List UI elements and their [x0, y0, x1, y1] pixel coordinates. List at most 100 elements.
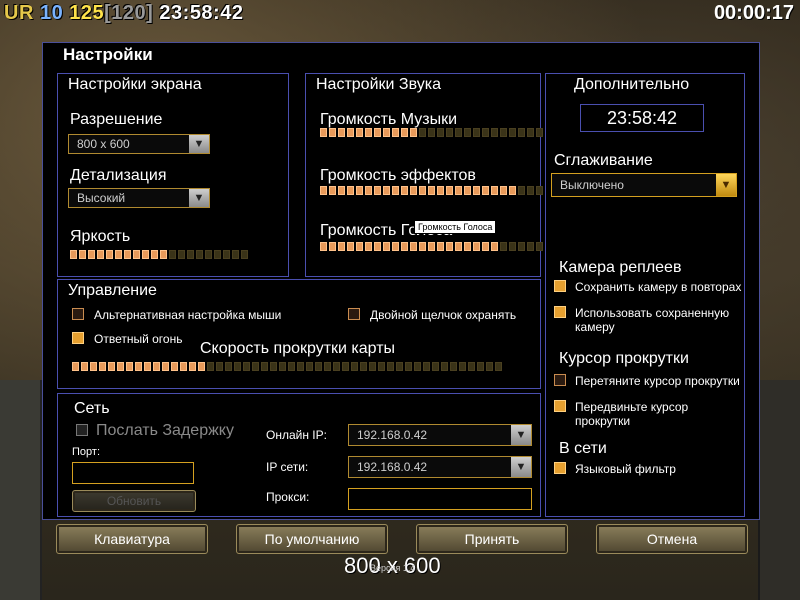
slider-segment[interactable] [401, 186, 408, 195]
slider-segment[interactable] [464, 242, 471, 251]
slider-segment[interactable] [437, 128, 444, 137]
slider-segment[interactable] [383, 186, 390, 195]
slider-segment[interactable] [437, 242, 444, 251]
save-camera-checkbox[interactable] [554, 280, 566, 292]
slider-segment[interactable] [72, 362, 79, 371]
slider-segment[interactable] [171, 362, 178, 371]
move-cursor-checkbox[interactable] [554, 400, 566, 412]
slider-segment[interactable] [374, 242, 381, 251]
effects-volume-slider[interactable] [320, 186, 552, 195]
slider-segment[interactable] [333, 362, 340, 371]
slider-segment[interactable] [160, 250, 167, 259]
slider-segment[interactable] [509, 128, 516, 137]
slider-segment[interactable] [338, 128, 345, 137]
slider-segment[interactable] [288, 362, 295, 371]
slider-segment[interactable] [536, 186, 543, 195]
slider-segment[interactable] [198, 362, 205, 371]
slider-segment[interactable] [169, 250, 176, 259]
slider-segment[interactable] [342, 362, 349, 371]
slider-segment[interactable] [410, 242, 417, 251]
slider-segment[interactable] [518, 186, 525, 195]
slider-segment[interactable] [446, 186, 453, 195]
slider-segment[interactable] [133, 250, 140, 259]
slider-segment[interactable] [135, 362, 142, 371]
slider-segment[interactable] [124, 250, 131, 259]
chevron-down-icon[interactable]: ▼ [189, 189, 209, 207]
slider-segment[interactable] [419, 128, 426, 137]
voice-volume-slider[interactable] [320, 242, 552, 251]
slider-segment[interactable] [351, 362, 358, 371]
port-input[interactable] [72, 462, 194, 484]
slider-segment[interactable] [464, 128, 471, 137]
slider-segment[interactable] [428, 128, 435, 137]
slider-segment[interactable] [405, 362, 412, 371]
slider-segment[interactable] [392, 128, 399, 137]
slider-segment[interactable] [347, 186, 354, 195]
brightness-slider[interactable] [70, 250, 248, 259]
chevron-down-icon[interactable]: ▼ [511, 457, 531, 477]
slider-segment[interactable] [241, 250, 248, 259]
chevron-down-icon[interactable]: ▼ [189, 135, 209, 153]
slider-segment[interactable] [446, 242, 453, 251]
slider-segment[interactable] [396, 362, 403, 371]
slider-segment[interactable] [450, 362, 457, 371]
slider-segment[interactable] [509, 186, 516, 195]
slider-segment[interactable] [527, 128, 534, 137]
slider-segment[interactable] [207, 362, 214, 371]
slider-segment[interactable] [500, 242, 507, 251]
slider-segment[interactable] [261, 362, 268, 371]
slider-segment[interactable] [315, 362, 322, 371]
slider-segment[interactable] [126, 362, 133, 371]
slider-segment[interactable] [482, 128, 489, 137]
resolution-dropdown[interactable]: 800 x 600 ▼ [68, 134, 210, 154]
slider-segment[interactable] [79, 250, 86, 259]
double-click-checkbox[interactable] [348, 308, 360, 320]
slider-segment[interactable] [117, 362, 124, 371]
slider-segment[interactable] [324, 362, 331, 371]
slider-segment[interactable] [477, 362, 484, 371]
slider-segment[interactable] [142, 250, 149, 259]
slider-segment[interactable] [423, 362, 430, 371]
slider-segment[interactable] [518, 128, 525, 137]
use-saved-camera-checkbox[interactable] [554, 306, 566, 318]
defaults-button[interactable]: По умолчанию [236, 524, 388, 554]
slider-segment[interactable] [70, 250, 77, 259]
slider-segment[interactable] [428, 242, 435, 251]
slider-segment[interactable] [378, 362, 385, 371]
scroll-speed-slider[interactable] [72, 362, 502, 371]
slider-segment[interactable] [347, 242, 354, 251]
slider-segment[interactable] [459, 362, 466, 371]
slider-segment[interactable] [468, 362, 475, 371]
slider-segment[interactable] [320, 128, 327, 137]
chevron-down-icon[interactable]: ▼ [716, 174, 736, 196]
detail-dropdown[interactable]: Высокий ▼ [68, 188, 210, 208]
slider-segment[interactable] [500, 186, 507, 195]
slider-segment[interactable] [455, 186, 462, 195]
slider-segment[interactable] [329, 242, 336, 251]
slider-segment[interactable] [180, 362, 187, 371]
slider-segment[interactable] [473, 242, 480, 251]
slider-segment[interactable] [338, 242, 345, 251]
slider-segment[interactable] [162, 362, 169, 371]
lan-ip-dropdown[interactable]: 192.168.0.42 ▼ [348, 456, 532, 478]
slider-segment[interactable] [536, 128, 543, 137]
slider-segment[interactable] [153, 362, 160, 371]
slider-segment[interactable] [455, 128, 462, 137]
slider-segment[interactable] [365, 186, 372, 195]
slider-segment[interactable] [486, 362, 493, 371]
slider-segment[interactable] [338, 186, 345, 195]
slider-segment[interactable] [410, 128, 417, 137]
slider-segment[interactable] [495, 362, 502, 371]
slider-segment[interactable] [428, 186, 435, 195]
slider-segment[interactable] [178, 250, 185, 259]
slider-segment[interactable] [205, 250, 212, 259]
slider-segment[interactable] [414, 362, 421, 371]
slider-segment[interactable] [374, 128, 381, 137]
slider-segment[interactable] [223, 250, 230, 259]
slider-segment[interactable] [441, 362, 448, 371]
slider-segment[interactable] [243, 362, 250, 371]
slider-segment[interactable] [225, 362, 232, 371]
slider-segment[interactable] [329, 128, 336, 137]
keyboard-button[interactable]: Клавиатура [56, 524, 208, 554]
music-volume-slider[interactable] [320, 128, 552, 137]
